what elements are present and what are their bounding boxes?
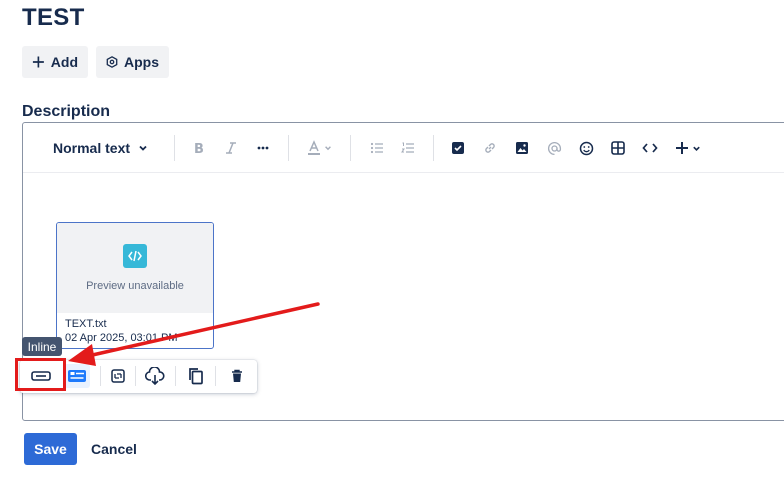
card-icon — [68, 370, 86, 382]
numbered-list-icon — [401, 142, 414, 153]
page-title: TEST — [22, 4, 85, 31]
emoji-button[interactable] — [575, 136, 597, 160]
bold-icon: B — [194, 142, 204, 155]
insert-button[interactable] — [671, 136, 705, 160]
bullet-list-button[interactable] — [366, 136, 388, 160]
text-color-button[interactable] — [302, 136, 336, 160]
add-button-label: Add — [50, 54, 78, 70]
more-formatting-button[interactable] — [252, 136, 274, 160]
checkbox-button[interactable] — [447, 136, 469, 160]
download-button[interactable] — [141, 364, 169, 388]
delete-icon — [232, 369, 242, 382]
preview-unavailable-text: Preview unavailable — [86, 280, 184, 292]
chevron-down-icon — [693, 146, 700, 151]
text-color-icon — [307, 140, 320, 155]
save-button[interactable]: Save — [24, 433, 77, 465]
copy-icon — [189, 368, 203, 385]
tooltip: Inline — [22, 337, 62, 356]
table-icon — [611, 141, 625, 155]
file-date: 02 Apr 2025, 03:01 PM — [65, 332, 178, 344]
insert-icon — [676, 142, 688, 154]
toolbar-divider — [288, 135, 289, 161]
download-icon — [145, 367, 165, 385]
link-icon — [485, 143, 495, 153]
emoji-icon — [579, 141, 593, 155]
code-icon — [642, 143, 658, 153]
image-button[interactable] — [511, 136, 533, 160]
svg-text:B: B — [194, 142, 204, 155]
image-icon — [516, 142, 528, 154]
apps-button[interactable]: Apps — [96, 46, 169, 78]
mention-button[interactable] — [543, 136, 565, 160]
bold-button[interactable]: B — [188, 136, 210, 160]
toolbar-divider — [215, 366, 216, 386]
more-icon — [257, 146, 269, 150]
toolbar-divider — [135, 366, 136, 386]
embed-button[interactable] — [105, 364, 131, 388]
chevron-down-icon — [324, 146, 331, 151]
annotation-highlight-box — [15, 358, 66, 391]
code-file-icon — [123, 244, 147, 268]
copy-button[interactable] — [183, 364, 209, 388]
text-style-label: Normal text — [53, 140, 131, 156]
numbered-list-button[interactable] — [397, 136, 419, 160]
toolbar-divider — [175, 366, 176, 386]
toolbar-divider — [100, 366, 101, 386]
apps-button-label: Apps — [124, 54, 159, 70]
checkbox-icon — [452, 142, 464, 154]
mention-icon — [547, 141, 561, 155]
italic-icon — [226, 142, 236, 154]
toolbar-divider — [174, 135, 175, 161]
code-button[interactable] — [639, 136, 661, 160]
toolbar-divider — [433, 135, 434, 161]
italic-button[interactable] — [220, 136, 242, 160]
plus-icon — [32, 56, 44, 68]
file-preview: Preview unavailable — [57, 223, 213, 313]
cancel-button[interactable]: Cancel — [86, 433, 142, 465]
text-style-dropdown[interactable]: Normal text — [53, 136, 148, 160]
attachment-card[interactable]: Preview unavailable TEXT.txt 02 Apr 2025… — [56, 222, 214, 349]
delete-button[interactable] — [224, 364, 250, 388]
bullet-list-icon — [370, 142, 383, 154]
card-view-button[interactable] — [64, 364, 90, 388]
link-button[interactable] — [479, 136, 501, 160]
chevron-down-icon — [139, 145, 147, 151]
file-name: TEXT.txt — [65, 318, 107, 330]
description-label: Description — [22, 103, 111, 120]
apps-icon — [106, 56, 118, 68]
editor-toolbar: Normal text B — [23, 123, 784, 173]
table-button[interactable] — [607, 136, 629, 160]
add-button[interactable]: Add — [22, 46, 88, 78]
embed-icon — [111, 369, 125, 383]
toolbar-divider — [350, 135, 351, 161]
